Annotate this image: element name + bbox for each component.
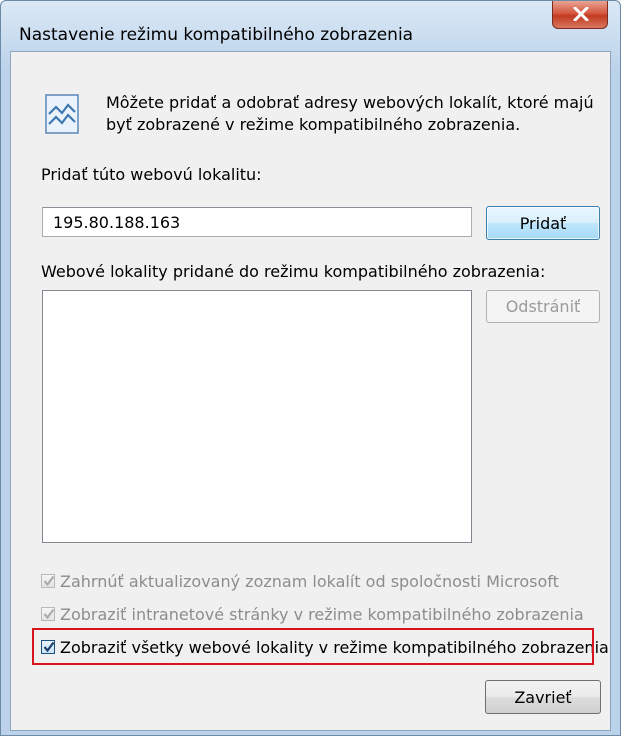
checkbox-intranet-compat[interactable] xyxy=(41,607,55,621)
remove-button[interactable]: Odstrániť xyxy=(486,290,600,323)
checkbox-include-microsoft-list[interactable] xyxy=(41,574,55,588)
option-label: Zobraziť intranetové stránky v režime ko… xyxy=(60,604,584,624)
dialog-content: Môžete pridať a odobrať adresy webových … xyxy=(10,51,611,731)
checkmark-icon xyxy=(43,575,55,587)
close-icon xyxy=(573,7,589,21)
dialog-window: Nastavenie režimu kompatibilného zobraze… xyxy=(0,0,621,736)
site-url-input[interactable] xyxy=(42,207,472,237)
window-title: Nastavenie režimu kompatibilného zobraze… xyxy=(19,25,414,45)
checkmark-icon xyxy=(43,641,55,653)
close-button[interactable]: Zavrieť xyxy=(485,680,601,714)
site-list-label: Webové lokality pridané do režimu kompat… xyxy=(41,262,546,281)
close-window-button[interactable] xyxy=(552,1,608,29)
option-include-microsoft-list[interactable]: Zahrnúť aktualizovaný zoznam lokalít od … xyxy=(41,568,559,594)
checkmark-icon xyxy=(43,608,55,620)
option-label: Zobraziť všetky webové lokality v režime… xyxy=(60,637,609,657)
add-site-label: Pridať túto webovú lokalitu: xyxy=(41,165,262,184)
option-all-sites-compat[interactable]: Zobraziť všetky webové lokality v režime… xyxy=(41,634,609,660)
option-label: Zahrnúť aktualizovaný zoznam lokalít od … xyxy=(60,571,559,591)
compat-view-icon xyxy=(45,94,79,134)
add-button[interactable]: Pridať xyxy=(486,206,600,240)
info-text: Môžete pridať a odobrať adresy webových … xyxy=(106,93,594,134)
site-list[interactable] xyxy=(42,290,472,543)
checkbox-all-sites-compat[interactable] xyxy=(41,640,55,654)
option-intranet-compat[interactable]: Zobraziť intranetové stránky v režime ko… xyxy=(41,601,584,627)
